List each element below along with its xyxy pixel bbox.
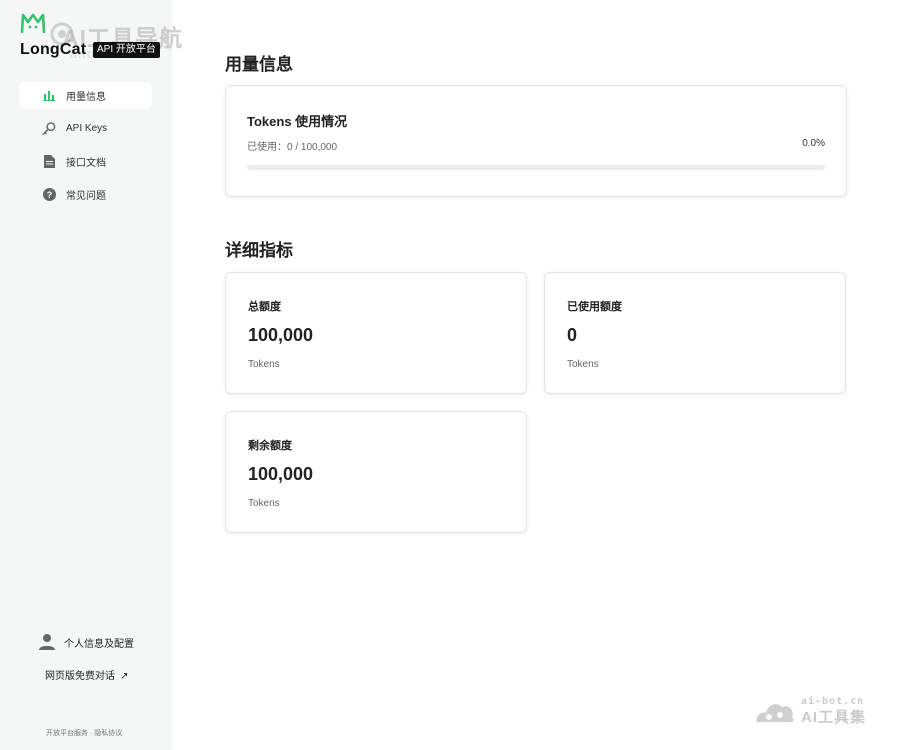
profile-label: 个人信息及配置 xyxy=(64,638,134,650)
metric-title: 已使用额度 xyxy=(567,301,622,313)
sidebar-item-label: 接口文档 xyxy=(66,158,106,169)
platform-badge: API 开放平台 xyxy=(93,42,160,58)
metric-card-total: 总额度 100,000 Tokens xyxy=(225,272,527,394)
app-window: AI工具导航 aitoolss.com LongCat API 开放平台 用量信… xyxy=(0,0,900,750)
usage-card-title: Tokens 使用情况 xyxy=(247,114,348,129)
key-icon xyxy=(42,122,56,136)
web-chat-link[interactable]: 网页版免费对话 ↗ xyxy=(45,667,128,682)
brand[interactable]: AI工具导航 aitoolss.com LongCat API 开放平台 xyxy=(20,12,182,62)
footer-links[interactable]: 开放平台服务 · 隐私协议 xyxy=(46,728,122,738)
metric-unit: Tokens xyxy=(248,359,280,370)
sidebar-item-api-docs[interactable]: 接口文档 xyxy=(19,148,152,175)
document-icon xyxy=(42,155,56,169)
sidebar-item-usage[interactable]: 用量信息 xyxy=(19,82,152,109)
metric-unit: Tokens xyxy=(248,498,280,509)
external-link-icon: ↗ xyxy=(120,671,129,682)
question-icon: ? xyxy=(42,188,56,202)
sidebar-item-faq[interactable]: ? 常见问题 xyxy=(19,181,152,208)
metric-card-used: 已使用额度 0 Tokens xyxy=(544,272,846,394)
sidebar-item-label: API Keys xyxy=(66,123,108,134)
main-content: 用量信息 Tokens 使用情况 已使用：0 / 100,000 0.0% 详细… xyxy=(172,0,900,750)
profile-settings-link[interactable]: 个人信息及配置 xyxy=(38,633,134,651)
sidebar-item-api-keys[interactable]: API Keys xyxy=(19,115,152,142)
metric-value: 100,000 xyxy=(248,325,314,345)
brand-name: LongCat xyxy=(20,41,87,58)
metric-title: 剩余额度 xyxy=(248,440,292,452)
usage-percent: 0.0% xyxy=(802,138,825,149)
bar-chart-icon xyxy=(42,89,56,103)
web-chat-label: 网页版免费对话 xyxy=(45,671,115,682)
metric-value: 100,000 xyxy=(248,464,314,484)
metric-value: 0 xyxy=(567,325,578,345)
cloud-logo-icon xyxy=(756,704,794,723)
usage-progress-bar xyxy=(247,165,825,170)
metric-card-remaining: 剩余额度 100,000 Tokens xyxy=(225,411,527,533)
usage-used-text: 已使用：0 / 100,000 xyxy=(247,142,338,153)
svg-text:?: ? xyxy=(46,190,52,200)
details-section-title: 详细指标 xyxy=(225,241,293,260)
sidebar: AI工具导航 aitoolss.com LongCat API 开放平台 用量信… xyxy=(0,0,182,750)
watermark-name: AI工具集 xyxy=(801,709,867,726)
metric-unit: Tokens xyxy=(567,359,599,370)
metric-title: 总额度 xyxy=(248,301,281,313)
token-usage-card: Tokens 使用情况 已使用：0 / 100,000 0.0% xyxy=(225,85,847,197)
sidebar-nav: 用量信息 API Keys 接口文档 ? 常见问题 xyxy=(19,82,152,214)
user-icon xyxy=(39,634,55,650)
longcat-logo-icon xyxy=(20,13,46,34)
usage-section-title: 用量信息 xyxy=(225,55,293,74)
sidebar-item-label: 用量信息 xyxy=(66,92,106,103)
sidebar-item-label: 常见问题 xyxy=(66,191,106,202)
corner-watermark: ai-bot.cn AI工具集 xyxy=(755,696,885,726)
